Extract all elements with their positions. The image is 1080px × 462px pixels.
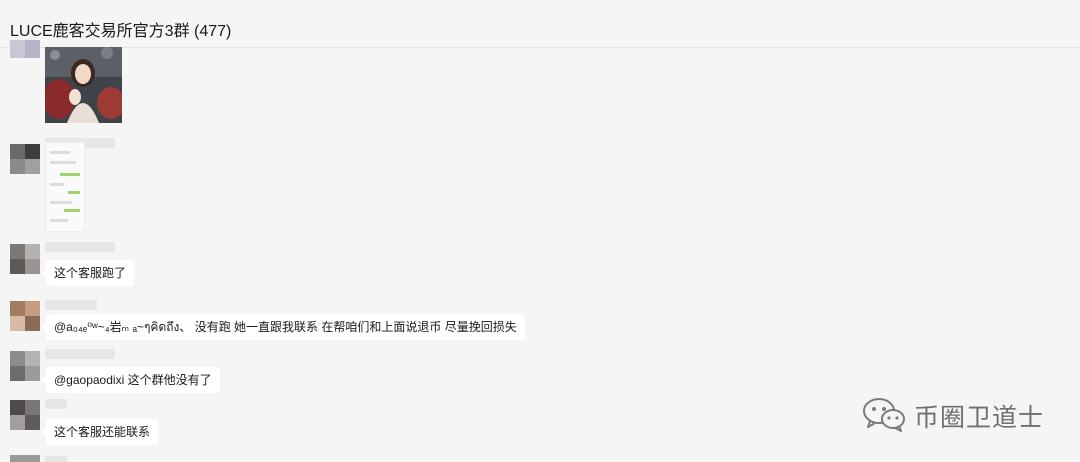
message-bubble[interactable]: 这个客服跑了 [40, 260, 135, 286]
sender-name [45, 242, 115, 252]
avatar[interactable] [10, 455, 40, 462]
message-image[interactable] [45, 47, 122, 123]
avatar[interactable] [10, 400, 40, 430]
sender-name [45, 300, 97, 310]
chat-title[interactable]: LUCE鹿客交易所官方3群 (477) [10, 17, 231, 41]
avatar[interactable] [10, 244, 40, 274]
sender-name [45, 456, 67, 462]
avatar[interactable] [10, 351, 40, 381]
photo-image [45, 47, 122, 123]
avatar[interactable] [10, 40, 40, 58]
message-bubble[interactable]: @a₀₄ₑ⁰ʷ~₄岩ₘ ₐ~ๆคิดถึง、 没有跑 她一直跟我联系 在帮咱们和… [41, 314, 525, 340]
sender-name [45, 349, 115, 359]
message-image[interactable] [45, 142, 85, 232]
message-bubble[interactable]: @gaopaodixi 这个群他没有了 [41, 367, 220, 393]
avatar[interactable] [10, 301, 40, 331]
avatar[interactable] [10, 144, 40, 174]
watermark-text: 币圈卫道士 [914, 404, 1045, 432]
wechat-icon [863, 398, 905, 432]
chat-header: LUCE鹿客交易所官方3群 (477) [0, 0, 1080, 48]
sender-name [45, 399, 67, 409]
message-bubble[interactable]: 这个客服还能联系 [40, 419, 159, 445]
